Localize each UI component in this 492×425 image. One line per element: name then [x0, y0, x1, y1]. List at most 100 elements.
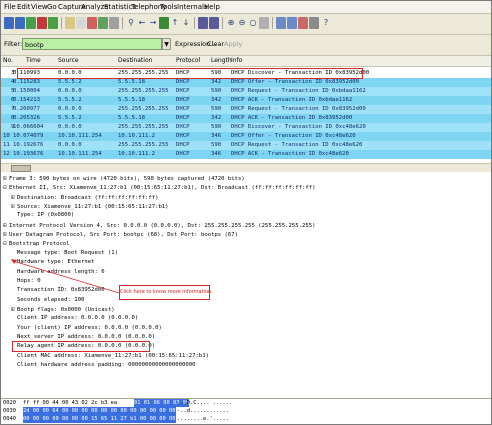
packet-row[interactable]: 7 0.200977 0.0.0.0 255.255.255.255 DHCP 590 DH…: [1, 105, 491, 114]
detail-tree-item[interactable]: ⊞ Frame 3: 590 bytes on wire (4720 bits),…: [3, 174, 245, 183]
packet-row[interactable]: 3 0.110993 0.0.0.0 255.255.255.255 DHCP 590 DH…: [1, 69, 491, 78]
packet-cell-dst: 255.255.255.255: [118, 88, 169, 94]
detail-tree-item[interactable]: Type: IP (0x0800): [11, 211, 74, 220]
detail-tree-item[interactable]: Message type: Boot Request (1): [11, 249, 118, 258]
column-header-protocol[interactable]: Protocol: [176, 56, 200, 66]
capture-filters-icon[interactable]: [276, 17, 286, 29]
column-header-time[interactable]: Time: [26, 56, 41, 66]
goto-packet-icon[interactable]: [159, 17, 169, 29]
detail-tree-item[interactable]: ⊞ Bootp flags: 0x0000 (Unicast): [11, 305, 115, 314]
column-header-length[interactable]: Length: [211, 56, 232, 66]
packet-cell-no: 10: [3, 133, 10, 139]
packet-row[interactable]: 8 0.205326 5.5.5.2 5.5.5.18 DHCP 342 DHCP ACK …: [1, 114, 491, 123]
column-header-info[interactable]: Info: [231, 56, 242, 66]
packet-cell-proto: DHCP: [176, 106, 190, 112]
detail-tree-item[interactable]: ⊟ Bootstrap Protocol: [3, 239, 70, 248]
detail-tree-item[interactable]: Relay agent IP address: 0.0.0.0 (0.0.0.0…: [11, 342, 155, 351]
packet-row[interactable]: 10 10.074079 10.10.111.254 10.10.111.2 DHCP 3…: [1, 132, 491, 141]
packet-cell-proto: DHCP: [176, 88, 190, 94]
back-icon[interactable]: ←: [137, 17, 147, 29]
packet-cell-src: 5.5.5.2: [58, 97, 82, 103]
stop-capture-icon[interactable]: [37, 17, 47, 29]
detail-tree-item[interactable]: Client MAC address: Xiamenve_11:27:b1 (0…: [11, 352, 209, 361]
last-packet-icon[interactable]: ↓: [181, 17, 191, 29]
packet-row[interactable]: 12 10.193676 10.10.111.254 10.10.111.2 DHCP 3…: [1, 150, 491, 159]
zoom-in-icon[interactable]: ⊕: [226, 17, 236, 29]
packet-cell-info: DHCP Request - Transaction ID 0xc48e620: [231, 142, 363, 148]
hex-ascii: ........e.'.....: [177, 416, 229, 422]
column-header-destination[interactable]: Destination: [118, 56, 152, 66]
find-icon[interactable]: ⚲: [126, 17, 136, 29]
menu-tools[interactable]: Tools: [160, 2, 177, 12]
detail-tree-item[interactable]: Client hardware address padding: 0000000…: [11, 361, 196, 370]
hex-ascii: -..d............: [177, 408, 229, 414]
detail-tree-item[interactable]: ⊞ User Datagram Protocol, Src Port: bootp…: [3, 230, 238, 239]
display-filters-icon[interactable]: [287, 17, 297, 29]
detail-tree-item[interactable]: ⊞ Source: Xiamenve_11:27:b1 (00:15:65:11:…: [11, 202, 169, 211]
reload-icon[interactable]: [98, 17, 108, 29]
first-packet-icon[interactable]: ↑: [170, 17, 180, 29]
autoscroll-icon[interactable]: [209, 17, 219, 29]
detail-text: Type: IP (0x0800): [17, 212, 75, 219]
forward-icon[interactable]: →: [148, 17, 158, 29]
menu-go[interactable]: Go: [47, 2, 57, 12]
open-file-icon[interactable]: [65, 17, 75, 29]
packet-bytes-pane: 0020 ff ff 00 44 00 43 02 2c b3 ea 01 01 0…: [1, 399, 491, 424]
packet-cell-dst: 10.10.111.2: [118, 133, 156, 139]
packet-row[interactable]: 4 0.115283 5.5.5.2 5.5.5.18 DHCP 342 DHCP Offe…: [1, 78, 491, 87]
detail-tree-item[interactable]: Your (client) IP address: 0.0.0.0 (0.0.0…: [11, 324, 162, 333]
packet-list-horizontal-scrollbar[interactable]: [1, 163, 491, 172]
packet-cell-time: 0.110993: [13, 70, 40, 76]
help-icon[interactable]: ?: [321, 17, 331, 29]
print-icon[interactable]: [109, 17, 119, 29]
packet-row[interactable]: 6 0.154213 5.5.5.2 5.5.5.18 DHCP 342 DHCP ACK …: [1, 96, 491, 105]
apply-button[interactable]: Apply: [224, 40, 242, 48]
coloring-rules-icon[interactable]: [298, 17, 308, 29]
colorize-icon[interactable]: [198, 17, 208, 29]
packet-cell-len: 590: [211, 106, 222, 112]
close-file-icon[interactable]: [87, 17, 97, 29]
display-filter-input[interactable]: bootp: [22, 38, 162, 50]
menu-edit[interactable]: Edit: [17, 2, 31, 12]
zoom-normal-icon[interactable]: ○: [248, 17, 258, 29]
packet-cell-src: 0.0.0.0: [58, 106, 82, 112]
hex-offset: 0030: [3, 408, 16, 414]
menu-file[interactable]: File: [4, 2, 16, 12]
detail-tree-item[interactable]: ⊟ Ethernet II, Src: Xiamenve_11:27:b1 (00…: [3, 183, 315, 192]
start-capture-icon[interactable]: [26, 17, 36, 29]
menu-help[interactable]: Help: [204, 2, 220, 12]
detail-tree-item[interactable]: Next server IP address: 0.0.0.0 (0.0.0.0…: [11, 333, 155, 342]
column-header-source[interactable]: Source: [58, 56, 79, 66]
packet-cell-proto: DHCP: [176, 133, 190, 139]
restart-capture-icon[interactable]: [48, 17, 58, 29]
packet-row[interactable]: 5 0.150004 0.0.0.0 255.255.255.255 DHCP 590 DH…: [1, 87, 491, 96]
detail-text: Message type: Boot Request (1): [17, 249, 119, 256]
packet-cell-len: 590: [211, 88, 222, 94]
detail-tree-item[interactable]: ⊞ Destination: Broadcast (ff:ff:ff:ff:ff:…: [11, 193, 158, 202]
zoom-out-icon[interactable]: ⊖: [237, 17, 247, 29]
scrollbar-thumb[interactable]: [11, 165, 31, 172]
packet-row[interactable]: 11 10.192676 0.0.0.0 255.255.255.255 DHCP 590…: [1, 141, 491, 150]
preferences-icon[interactable]: [309, 17, 319, 29]
detail-tree-item[interactable]: ⊞ Internet Protocol Version 4, Src: 0.0.0…: [3, 221, 315, 230]
interfaces-icon[interactable]: [4, 17, 14, 29]
clear-button[interactable]: Clear: [207, 40, 224, 48]
resize-columns-icon[interactable]: [259, 17, 269, 29]
packet-cell-time: 0.205326: [13, 115, 40, 121]
detail-tree-item[interactable]: Client IP address: 0.0.0.0 (0.0.0.0): [11, 314, 138, 323]
column-header-no[interactable]: No.: [3, 56, 13, 66]
packet-cell-src: 5.5.5.2: [58, 115, 82, 121]
wireshark-window: File Edit View Go Capture Analyze Statis…: [0, 0, 492, 425]
main-toolbar: ⚲ ← → ↑ ↓ ⊕ ⊖ ○ ?: [1, 14, 491, 35]
options-icon[interactable]: [15, 17, 25, 29]
hex-bytes-selected[interactable]: 00 00 00 00 00 00 00 15 65 11 27 b1 00 0…: [23, 415, 176, 423]
menu-bar: File Edit View Go Capture Analyze Statis…: [1, 1, 491, 14]
packet-cell-no: 11: [3, 142, 10, 148]
menu-view[interactable]: View: [31, 2, 48, 12]
packet-row[interactable]: 9 10.066604 0.0.0.0 255.255.255.255 DHCP 590 D…: [1, 123, 491, 132]
packet-cell-time: 10.074079: [13, 133, 44, 139]
hex-offset: 0040: [3, 416, 16, 422]
filter-dropdown-arrow-icon[interactable]: ▼: [162, 38, 171, 50]
save-file-icon[interactable]: [76, 17, 86, 29]
hex-bytes-selected[interactable]: 2d 00 00 64 00 00 00 00 00 00 00 00 00 0…: [23, 407, 176, 415]
